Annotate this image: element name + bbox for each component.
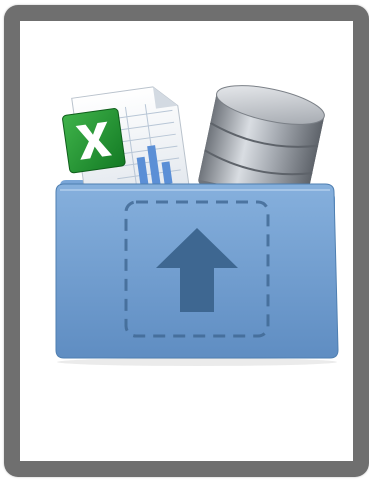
- upload-illustration: [55, 85, 339, 366]
- folder-shadow: [57, 358, 337, 366]
